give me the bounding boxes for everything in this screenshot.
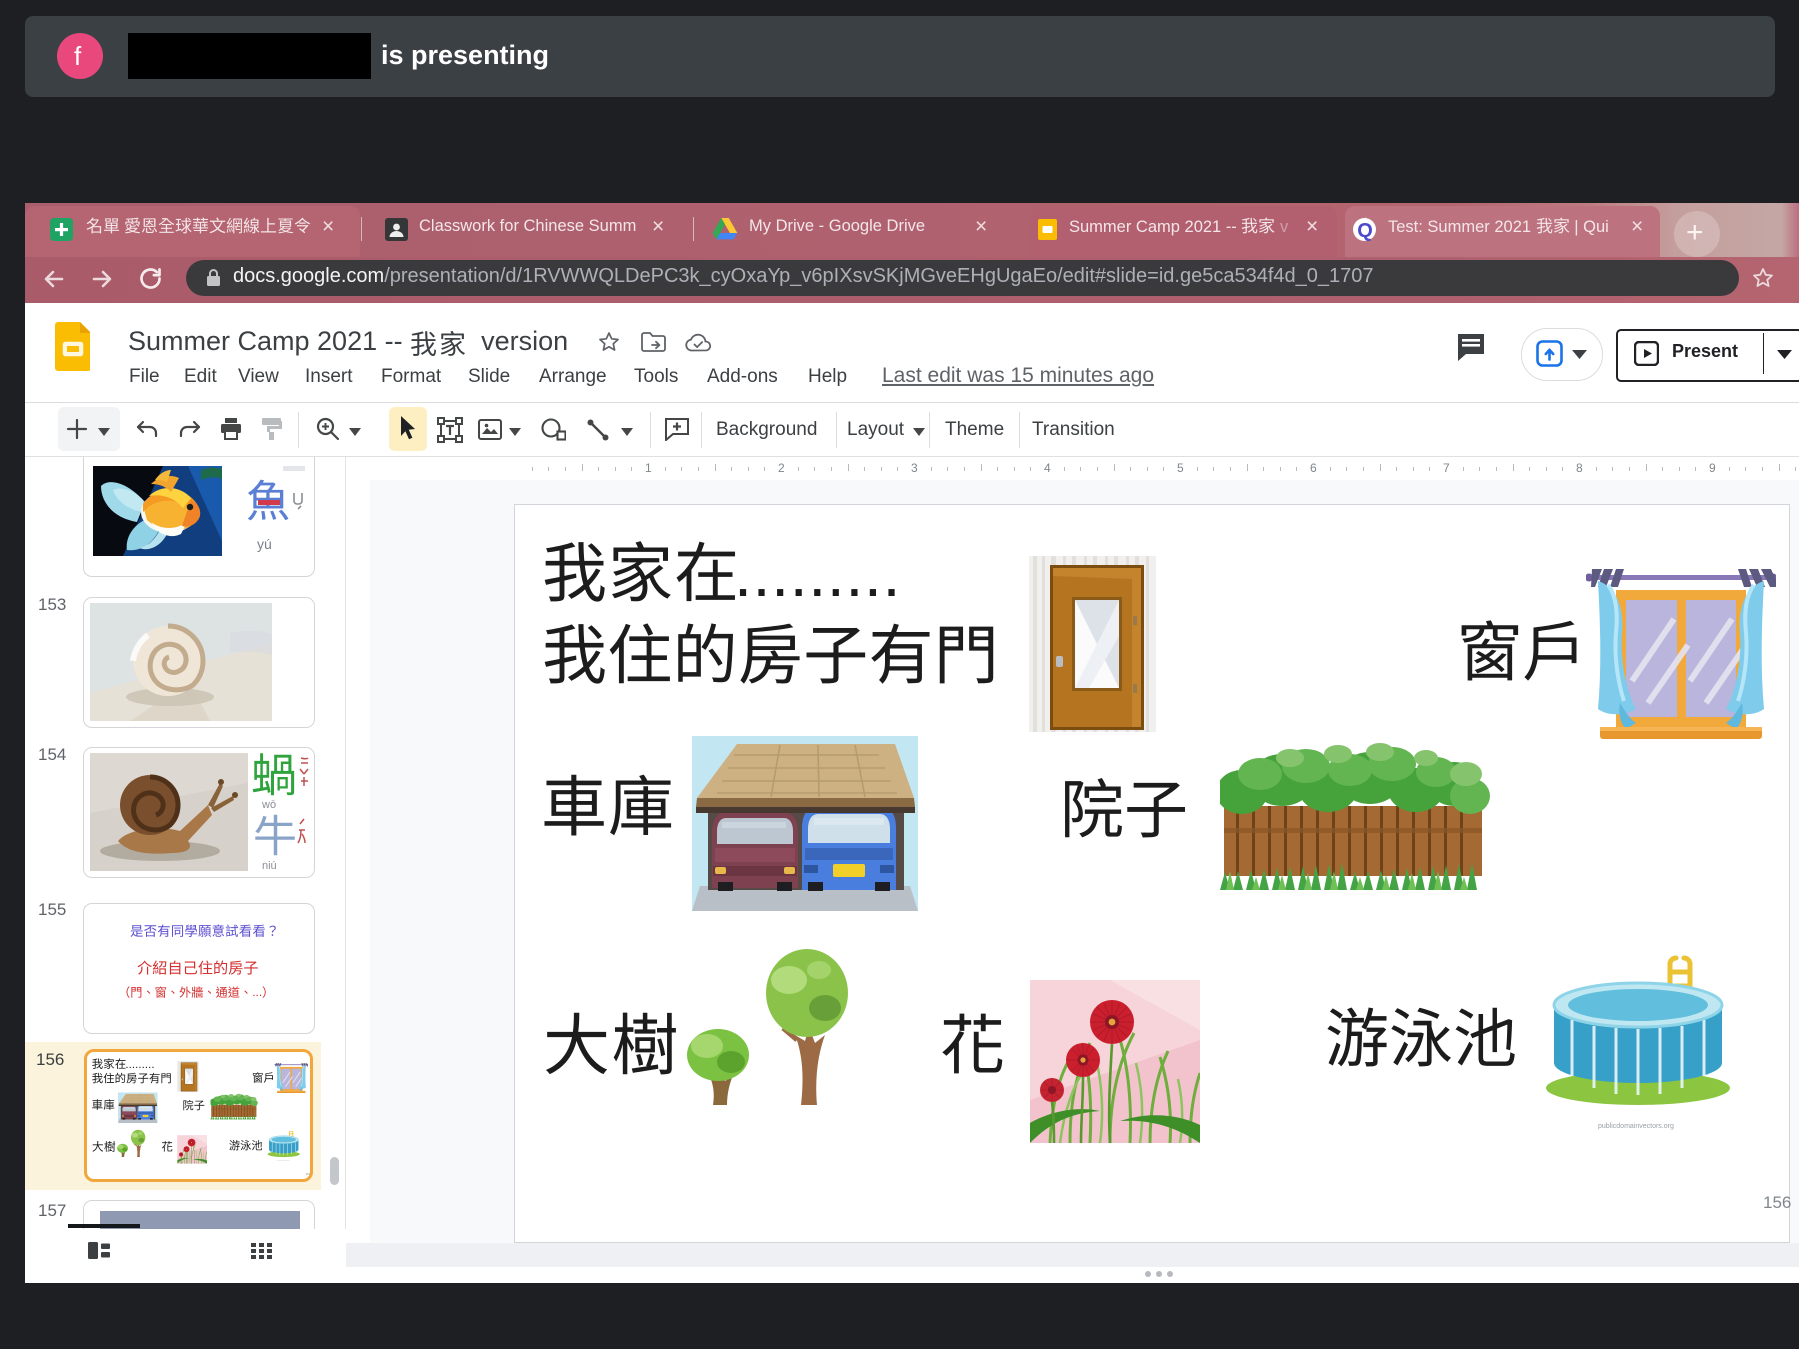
svg-text:Q: Q: [1357, 220, 1373, 242]
svg-text:publicdomainvectors.org: publicdomainvectors.org: [277, 1159, 291, 1162]
svg-text:publicdomainvectors.org: publicdomainvectors.org: [1598, 1123, 1674, 1130]
